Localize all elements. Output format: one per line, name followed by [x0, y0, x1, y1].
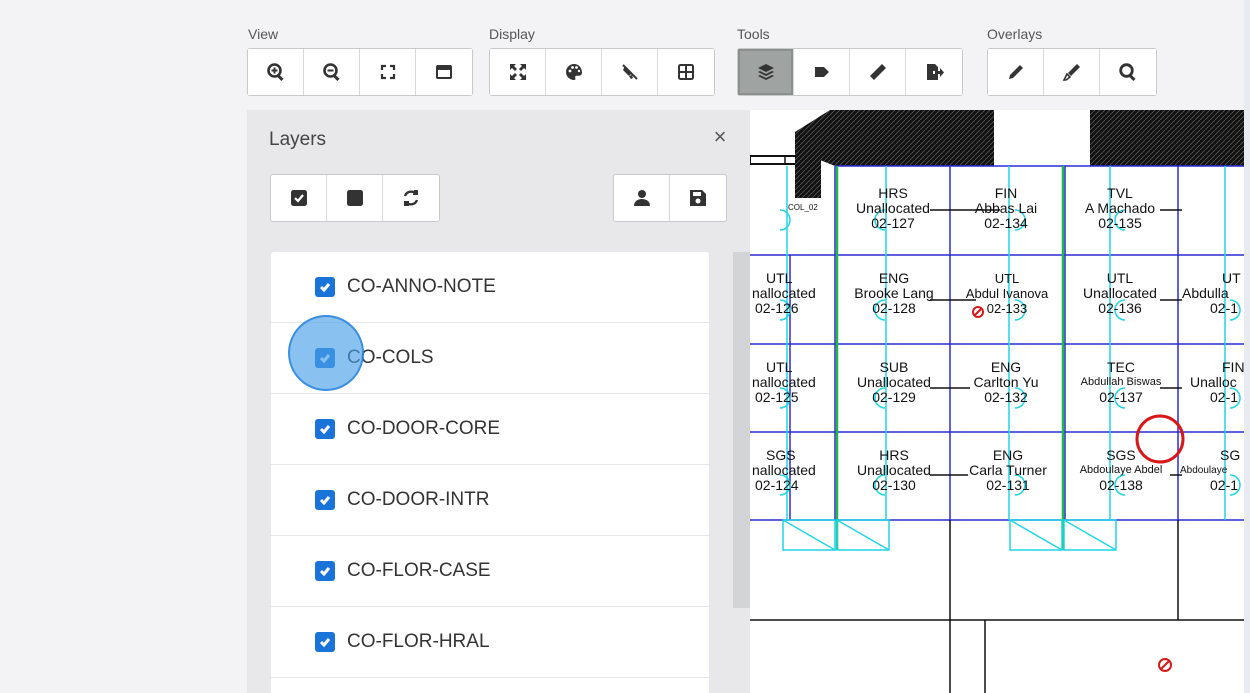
layer-item-co-flor-hral[interactable]: CO-FLOR-HRAL: [271, 607, 709, 678]
layers-icon: [757, 64, 774, 80]
square-icon: [346, 190, 363, 206]
window-button[interactable]: [416, 49, 472, 95]
checkbox-checked-icon[interactable]: [315, 419, 335, 439]
check-all-button[interactable]: [271, 175, 327, 221]
ruler-icon: [869, 64, 886, 80]
room-label[interactable]: UTL Abdul Ivanova 02-133: [952, 271, 1062, 316]
group-label-display: Display: [489, 26, 535, 42]
scrollbar-thumb[interactable]: [733, 252, 750, 608]
display-button-group: [489, 48, 715, 96]
tag-icon: [814, 67, 829, 77]
fit-screen-button[interactable]: [360, 49, 416, 95]
room-label[interactable]: UTL Unallocated 02-136: [1070, 271, 1170, 316]
room-label[interactable]: FIN Unalloc 02-1: [1182, 360, 1244, 405]
grid-icon: [678, 64, 694, 80]
close-button[interactable]: ×: [709, 124, 731, 150]
room-label[interactable]: UT Abdulla 02-1: [1182, 271, 1244, 316]
room-label[interactable]: ENG Brooke Lang 02-128: [840, 271, 948, 316]
room-label[interactable]: HRS Unallocated 02-130: [843, 448, 945, 493]
save-icon: [690, 190, 706, 206]
room-label[interactable]: ENG Carla Turner 02-131: [954, 448, 1062, 493]
zoom-in-icon: [266, 63, 284, 82]
layers-panel: Layers × CO-ANNO-NOTE CO-COLS CO-DOOR-CO…: [247, 110, 750, 693]
layer-label: CO-FLOR-CASE: [347, 560, 491, 581]
zoom-out-icon: [322, 63, 340, 82]
group-label-tools: Tools: [737, 26, 770, 42]
room-label[interactable]: TEC Abdullah Biswas 02-137: [1066, 360, 1176, 405]
hide-icon: [621, 64, 638, 80]
col-label: COL_02: [788, 203, 818, 212]
checkbox-checked-icon[interactable]: [315, 561, 335, 581]
room-label[interactable]: SGS nallocated 02-124: [750, 448, 830, 493]
room-label[interactable]: FIN Abbas Lai 02-134: [956, 186, 1056, 231]
uncheck-all-button[interactable]: [327, 175, 383, 221]
grid-button[interactable]: [658, 49, 714, 95]
save-button[interactable]: [670, 175, 726, 221]
search-button[interactable]: [1100, 49, 1156, 95]
refresh-button[interactable]: [383, 175, 439, 221]
group-label-overlays: Overlays: [987, 26, 1043, 42]
layer-item-co-door-intr[interactable]: CO-DOOR-INTR: [271, 465, 709, 536]
window-icon: [436, 65, 452, 79]
tag-button[interactable]: [794, 49, 850, 95]
room-label[interactable]: HRS Unallocated 02-127: [843, 186, 943, 231]
checkbox-checked-icon[interactable]: [315, 277, 335, 297]
panel-title: Layers: [269, 129, 327, 150]
palette-button[interactable]: [546, 49, 602, 95]
palette-icon: [565, 64, 582, 80]
layer-item-co-flor-case[interactable]: CO-FLOR-CASE: [271, 536, 709, 607]
layer-label: CO-ANNO-NOTE: [347, 276, 496, 297]
layer-label: CO-FLOR-HRAL: [347, 631, 490, 652]
tools-button-group: [737, 48, 963, 96]
expand-button[interactable]: [490, 49, 546, 95]
zoom-in-button[interactable]: [248, 49, 304, 95]
layers-button[interactable]: [738, 49, 794, 95]
view-button-group: [247, 48, 473, 96]
checkbox-checked-icon[interactable]: [315, 632, 335, 652]
user-button[interactable]: [614, 175, 670, 221]
marker-icon: [1062, 64, 1080, 81]
ruler-button[interactable]: [850, 49, 906, 95]
zoom-out-button[interactable]: [304, 49, 360, 95]
room-label[interactable]: SUB Unallocated 02-129: [843, 360, 945, 405]
checkbox-checked-icon: [290, 190, 307, 206]
hide-button[interactable]: [602, 49, 658, 95]
search-icon: [1119, 63, 1136, 82]
export-button[interactable]: [906, 49, 962, 95]
room-label[interactable]: UTL nallocated 02-126: [750, 271, 830, 316]
fit-screen-icon: [380, 64, 395, 80]
layer-user-group: [613, 174, 727, 222]
group-label-view: View: [248, 26, 279, 42]
pencil-button[interactable]: [988, 49, 1044, 95]
refresh-icon: [403, 190, 419, 206]
user-icon: [633, 190, 650, 206]
room-label[interactable]: SG Abdoulaye 02-1: [1180, 448, 1244, 493]
room-label[interactable]: SGS Abdoulaye Abdel 02-138: [1066, 448, 1176, 493]
layer-item-co-door-core[interactable]: CO-DOOR-CORE: [271, 394, 709, 465]
export-icon: [927, 64, 944, 80]
layer-item-co-anno-note[interactable]: CO-ANNO-NOTE: [271, 252, 709, 323]
click-indicator: [288, 315, 364, 391]
expand-icon: [509, 64, 526, 80]
marker-button[interactable]: [1044, 49, 1100, 95]
pencil-icon: [1008, 65, 1023, 79]
layer-label: CO-DOOR-CORE: [347, 418, 501, 439]
checkbox-checked-icon[interactable]: [315, 490, 335, 510]
room-label[interactable]: ENG Carlton Yu 02-132: [956, 360, 1056, 405]
window-edge: [1244, 0, 1250, 693]
room-label[interactable]: UTL nallocated 02-125: [750, 360, 830, 405]
overlays-button-group: [987, 48, 1157, 96]
floor-plan-canvas[interactable]: COL_02 HRS Unallocated 02-127 FIN Abbas …: [750, 110, 1244, 693]
layer-actions-group: [270, 174, 440, 222]
room-label[interactable]: TVL A Machado 02-135: [1070, 186, 1170, 231]
app-frame: View Display Tools Overlays Layers × CO-…: [0, 0, 1250, 693]
layer-label: CO-DOOR-INTR: [347, 489, 490, 510]
